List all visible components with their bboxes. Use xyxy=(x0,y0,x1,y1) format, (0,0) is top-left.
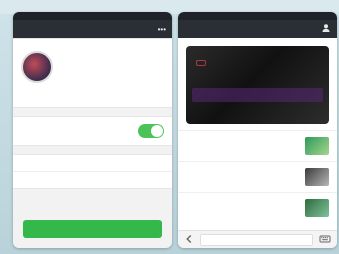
toggle-switch[interactable] xyxy=(138,124,164,138)
more-button[interactable]: ••• xyxy=(138,25,166,34)
right-phone-screen xyxy=(178,12,337,248)
menu-item-2[interactable] xyxy=(13,172,172,188)
left-phone-screen: ••• xyxy=(13,12,172,248)
menu-item-1[interactable] xyxy=(13,155,172,172)
status-bar xyxy=(178,12,337,20)
news-thumbnail xyxy=(305,199,329,217)
primary-action-button[interactable] xyxy=(23,220,162,238)
hero-article[interactable] xyxy=(186,46,329,124)
hero-overlay xyxy=(192,88,323,102)
profile-header[interactable] xyxy=(13,39,172,95)
status-bar xyxy=(13,12,172,20)
settings-card xyxy=(13,116,172,146)
top-navbar xyxy=(178,20,337,38)
news-list xyxy=(178,130,337,223)
avatar xyxy=(21,51,53,83)
news-item[interactable] xyxy=(178,192,337,223)
menu-card xyxy=(13,154,172,189)
profile-card xyxy=(13,38,172,108)
news-thumbnail xyxy=(305,168,329,186)
news-item[interactable] xyxy=(178,161,337,192)
chevron-left-icon[interactable] xyxy=(184,234,194,246)
toggle-knob xyxy=(151,125,163,137)
hero-stamp xyxy=(196,60,206,66)
more-icon: ••• xyxy=(157,24,166,34)
top-navbar: ••• xyxy=(13,20,172,38)
bottom-toolbar xyxy=(178,230,337,248)
news-thumbnail xyxy=(305,137,329,155)
message-input[interactable] xyxy=(200,233,313,246)
keyboard-icon[interactable] xyxy=(319,234,331,246)
news-item[interactable] xyxy=(178,130,337,161)
person-button[interactable] xyxy=(303,23,331,35)
person-icon xyxy=(321,24,331,35)
intro-row xyxy=(13,95,172,107)
toggle-row xyxy=(13,117,172,145)
